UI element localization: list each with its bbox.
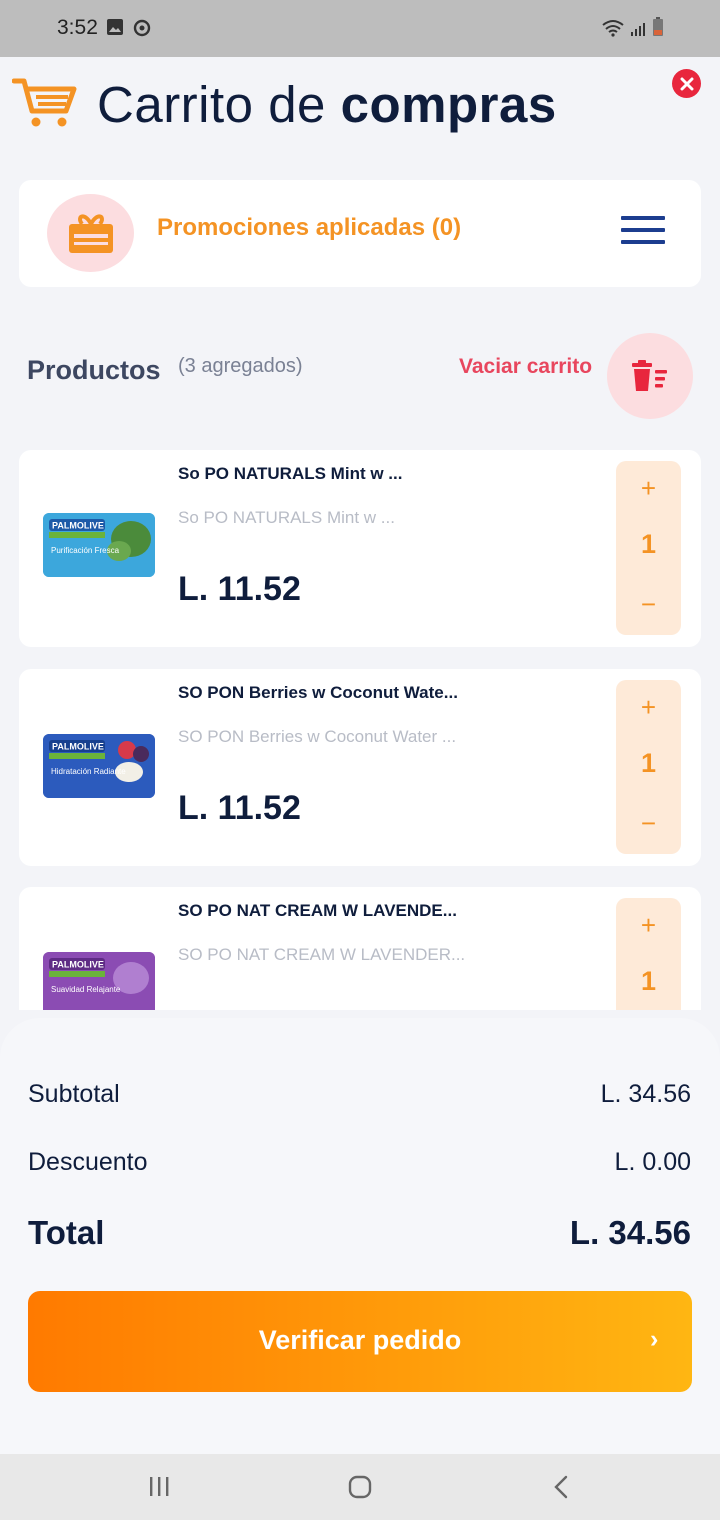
status-bar: 3:52	[0, 0, 720, 57]
decrease-button[interactable]: −	[616, 589, 681, 620]
subtotal-label: Subtotal	[28, 1080, 120, 1108]
product-name: SO PON Berries w Coconut Wate...	[178, 683, 458, 702]
promotions-icon-badge	[47, 194, 134, 272]
status-icons-right	[602, 17, 664, 37]
close-icon	[680, 77, 693, 90]
product-variant: Suavidad Relajante	[51, 985, 121, 994]
product-brand: PALMOLIVE	[52, 521, 104, 531]
sync-icon	[133, 19, 151, 37]
product-brand: PALMOLIVE	[52, 960, 104, 970]
quantity-value: 1	[640, 748, 657, 778]
page-title: Carrito de compras	[97, 75, 557, 134]
clear-cart-link[interactable]: Vaciar carrito	[459, 355, 592, 379]
product-image: PALMOLIVE Purificación Fresca	[43, 513, 155, 577]
status-icons-left	[106, 18, 152, 38]
product-brand: PALMOLIVE	[52, 742, 104, 752]
product-description: SO PO NAT CREAM W LAVENDER...	[178, 945, 466, 964]
increase-button[interactable]: +	[616, 910, 681, 941]
checkout-button[interactable]: Verificar pedido ›	[28, 1291, 692, 1392]
clear-cart-button[interactable]	[607, 333, 693, 419]
battery-icon	[653, 17, 663, 36]
wifi-icon	[602, 20, 624, 37]
increase-button[interactable]: +	[616, 692, 681, 723]
product-card[interactable]: PALMOLIVE Suavidad Relajante SO PO NAT C…	[19, 887, 701, 1010]
total-value: L. 34.56	[569, 1214, 691, 1251]
quantity-stepper: + 1 −	[616, 680, 681, 854]
page-title-regular: Carrito de	[97, 76, 326, 133]
checkout-label: Verificar pedido	[258, 1325, 462, 1355]
total-label: Total	[28, 1214, 105, 1251]
discount-value: L. 0.00	[614, 1148, 691, 1176]
product-card[interactable]: PALMOLIVE Hidratación Radiante SO PON Be…	[19, 669, 701, 866]
increase-button[interactable]: +	[616, 473, 681, 504]
recent-apps-icon[interactable]	[148, 1474, 170, 1500]
subtotal-value: L. 34.56	[600, 1080, 691, 1108]
decrease-button[interactable]: −	[616, 808, 681, 839]
product-price: L. 11.52	[178, 789, 301, 827]
promotions-card[interactable]: Promociones aplicadas (0)	[19, 180, 701, 287]
system-nav-bar	[0, 1454, 720, 1520]
discount-label: Descuento	[28, 1148, 148, 1176]
quantity-stepper: + 1 −	[616, 898, 681, 1010]
promotions-label: Promociones aplicadas (0)	[157, 214, 462, 241]
product-list[interactable]: PALMOLIVE Purificación Fresca So PO NATU…	[0, 440, 720, 1010]
product-name: SO PO NAT CREAM W LAVENDE...	[178, 901, 457, 920]
product-variant: Purificación Fresca	[51, 546, 120, 555]
trash-icon	[632, 360, 667, 391]
chevron-right-icon: ›	[650, 1325, 659, 1353]
status-time: 3:52	[57, 16, 98, 39]
page-title-bold: compras	[340, 76, 557, 133]
product-variant: Hidratación Radiante	[51, 767, 126, 776]
product-price: L. 11.52	[178, 570, 301, 608]
quantity-value: 1	[640, 529, 657, 559]
product-description: SO PON Berries w Coconut Water ...	[178, 727, 457, 746]
product-card[interactable]: PALMOLIVE Purificación Fresca So PO NATU…	[19, 450, 701, 647]
gift-icon	[68, 214, 113, 253]
cart-icon	[12, 78, 77, 127]
header: Carrito de compras	[0, 57, 720, 167]
quantity-value: 1	[640, 966, 657, 996]
product-image: PALMOLIVE Hidratación Radiante	[43, 734, 155, 798]
signal-icon	[631, 23, 645, 36]
back-icon[interactable]	[552, 1474, 570, 1500]
products-count: (3 agregados)	[178, 355, 303, 377]
menu-icon[interactable]	[621, 216, 665, 248]
products-heading: Productos	[27, 355, 161, 385]
product-description: So PO NATURALS Mint w ...	[178, 508, 395, 527]
home-icon[interactable]	[348, 1474, 372, 1500]
close-button[interactable]	[672, 69, 701, 98]
product-image: PALMOLIVE Suavidad Relajante	[43, 952, 155, 1010]
order-summary: Subtotal L. 34.56 Descuento L. 0.00 Tota…	[0, 1018, 720, 1454]
gallery-icon	[107, 19, 123, 35]
quantity-stepper: + 1 −	[616, 461, 681, 635]
product-name: So PO NATURALS Mint w ...	[178, 464, 403, 483]
